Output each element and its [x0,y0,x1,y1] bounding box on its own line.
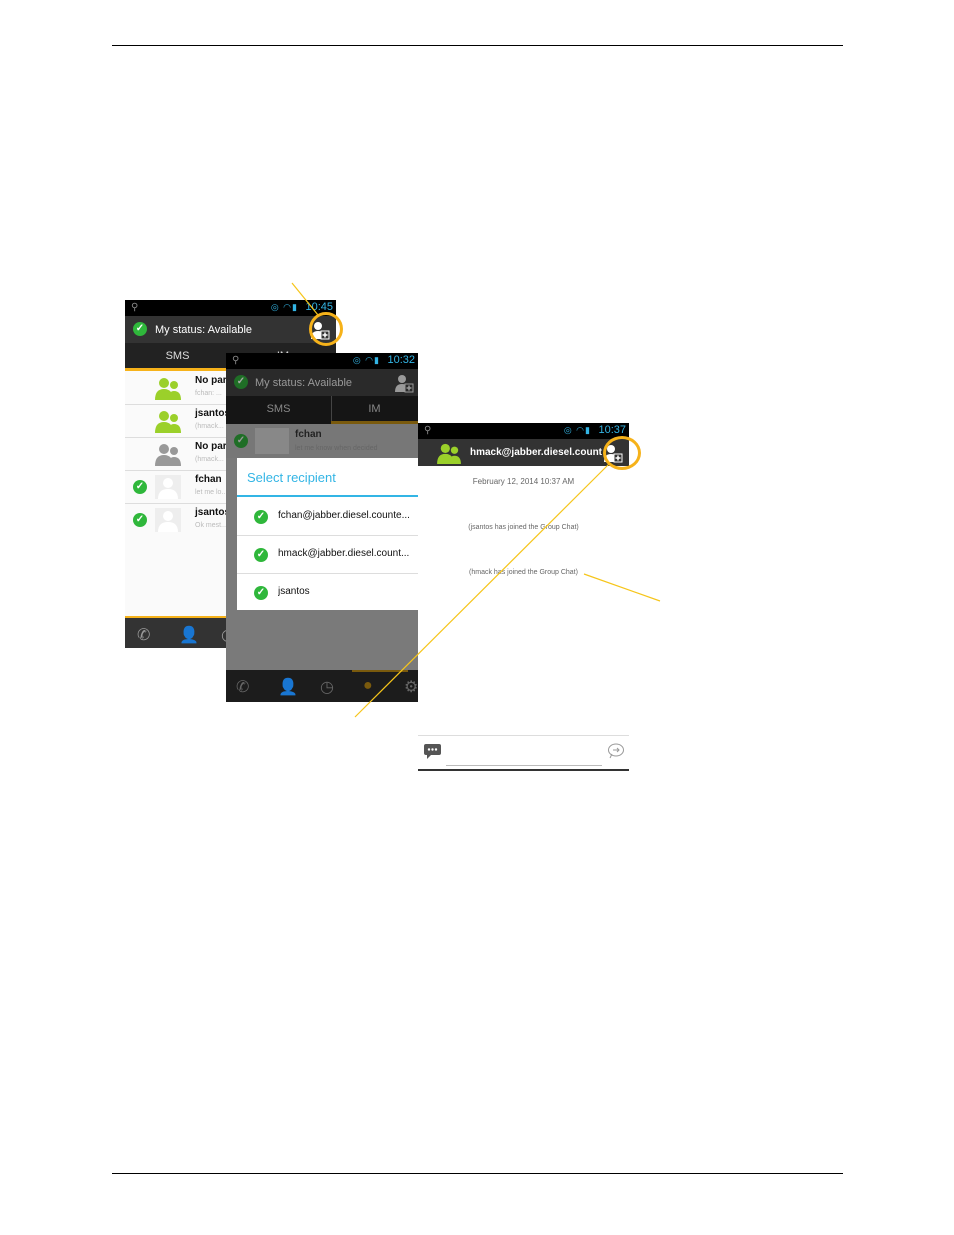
highlight-add-participant-1 [309,312,343,346]
highlight-add-participant-3 [603,436,641,470]
callout-line-add-button [291,282,319,316]
callout-lines [291,282,661,718]
callout-line-chat [354,462,611,718]
callout-line-join-message [583,573,661,602]
